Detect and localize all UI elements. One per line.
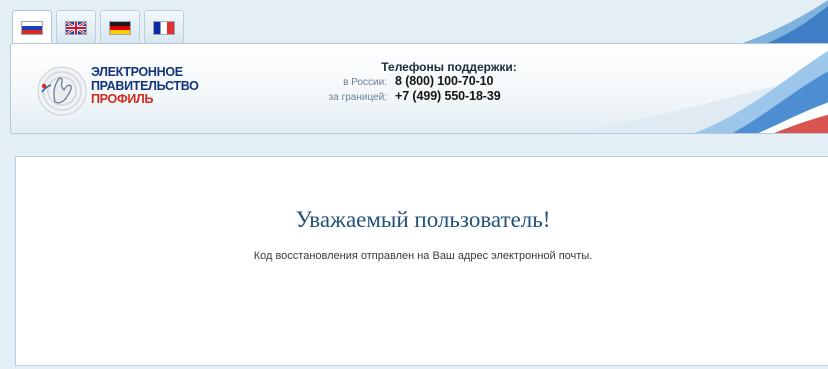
language-selector	[12, 10, 184, 44]
decorative-swoosh-header	[557, 50, 828, 133]
info-message: Код восстановления отправлен на Ваш адре…	[253, 250, 593, 262]
support-phones: Телефоны поддержки: в России: 8 (800) 10…	[311, 60, 571, 104]
phone-number-russia: 8 (800) 100-70-10	[395, 74, 494, 88]
flag-uk-icon	[65, 20, 87, 35]
phone-label-abroad: за границей:	[328, 92, 387, 103]
phone-row-abroad: за границей: +7 (499) 550-18-39	[311, 89, 571, 104]
language-tab-english[interactable]	[56, 10, 96, 44]
brand-line-2: ПРАВИТЕЛЬСТВО	[91, 78, 199, 93]
brand-name[interactable]: ЭЛЕКТРОННОЕ ПРАВИТЕЛЬСТВО ПРОФИЛЬ	[91, 65, 199, 107]
phone-row-russia: в России: 8 (800) 100-70-10	[311, 74, 571, 89]
phone-label-russia: в России:	[343, 77, 387, 88]
site-header: ЭЛЕКТРОННОЕ ПРАВИТЕЛЬСТВО ПРОФИЛЬ Телефо…	[10, 43, 828, 134]
language-tab-french[interactable]	[144, 10, 184, 44]
phone-number-abroad: +7 (499) 550-18-39	[395, 89, 501, 103]
brand-line-3: ПРОФИЛЬ	[91, 92, 154, 106]
gosuslugi-hand-logo-icon[interactable]	[35, 64, 89, 118]
page-title: Уважаемый пользователь!	[295, 207, 551, 232]
decorative-swoosh-top	[740, 0, 828, 44]
support-title: Телефоны поддержки:	[381, 60, 517, 74]
language-tab-russian[interactable]	[12, 10, 52, 44]
main-content-panel: Уважаемый пользователь! Код восстановлен…	[15, 156, 828, 366]
flag-russia-icon	[21, 20, 43, 35]
brand-line-1: ЭЛЕКТРОННОЕ	[91, 65, 183, 79]
language-tab-german[interactable]	[100, 10, 140, 44]
flag-germany-icon	[109, 20, 131, 35]
flag-france-icon	[153, 20, 175, 35]
